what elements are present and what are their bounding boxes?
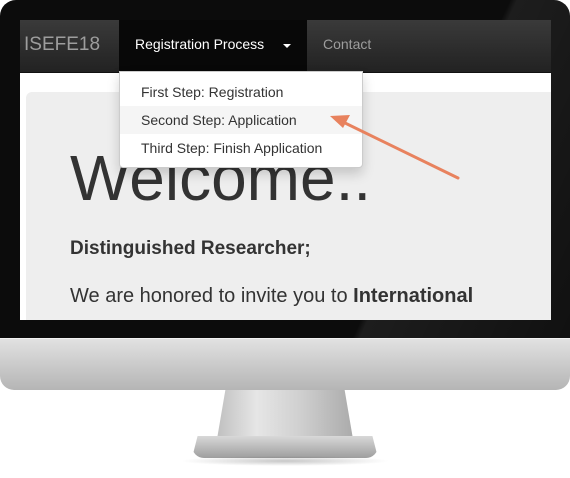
- dropdown-item-label: First Step: Registration: [141, 84, 284, 100]
- monitor-stand-shadow: [180, 456, 390, 466]
- registration-dropdown-menu: First Step: Registration Second Step: Ap…: [119, 71, 363, 168]
- invite-text-plain: We are honored to invite you to: [70, 285, 354, 307]
- caret-down-icon: [283, 44, 291, 48]
- dropdown-item-label: Second Step: Application: [141, 112, 297, 128]
- nav-registration-process[interactable]: Registration Process: [135, 36, 264, 52]
- nav-contact[interactable]: Contact: [323, 36, 371, 52]
- invite-text-bold: International: [353, 285, 474, 307]
- monitor-stand-base: [192, 436, 378, 458]
- dropdown-item-third-step[interactable]: Third Step: Finish Application: [120, 134, 362, 162]
- navbar-brand[interactable]: ISEFE18: [24, 34, 100, 56]
- welcome-subheading: Distinguished Researcher;: [70, 238, 311, 259]
- top-navbar: ISEFE18 Registration Process Contact: [20, 20, 551, 73]
- dropdown-item-second-step[interactable]: Second Step: Application: [120, 106, 362, 134]
- dropdown-item-label: Third Step: Finish Application: [141, 140, 323, 156]
- monitor-stand-neck: [216, 390, 354, 440]
- dropdown-item-first-step[interactable]: First Step: Registration: [120, 78, 362, 106]
- monitor-chin: [0, 338, 570, 390]
